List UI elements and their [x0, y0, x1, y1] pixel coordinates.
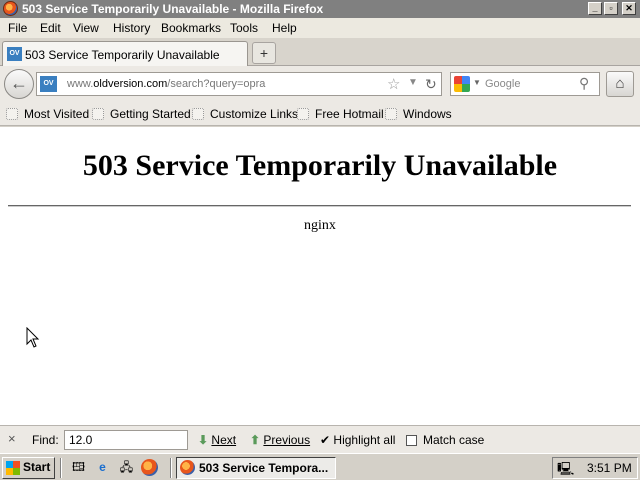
bookmark-page-icon — [192, 108, 204, 120]
find-next-button[interactable]: ⬇ Next — [198, 433, 236, 447]
menu-history[interactable]: History — [113, 21, 150, 35]
highlight-check-icon: ✔ — [320, 433, 331, 447]
divider — [8, 205, 631, 207]
bookmark-page-icon — [92, 108, 104, 120]
engine-dropdown-icon[interactable]: ▼ — [473, 78, 481, 87]
menu-tools[interactable]: Tools — [230, 21, 258, 35]
taskbar-separator — [60, 458, 62, 478]
windows-logo-icon — [6, 461, 20, 475]
arrow-down-icon: ⬇ — [198, 433, 209, 447]
show-desktop-icon[interactable]: 🖽 — [70, 459, 87, 476]
bookmark-label: Customize Links — [210, 107, 299, 121]
close-button[interactable]: ✕ — [622, 2, 636, 15]
menu-file[interactable]: File — [8, 21, 27, 35]
bookmark-free-hotmail[interactable]: Free Hotmail — [297, 107, 384, 121]
bookmark-label: Getting Started — [110, 107, 191, 121]
url-bar[interactable]: OV www.oldversion.com/search?query=opra … — [36, 72, 442, 96]
search-icon[interactable]: ⚲ — [579, 75, 589, 92]
match-case-option[interactable]: Match case — [406, 433, 484, 447]
mouse-cursor-icon — [26, 327, 40, 348]
menu-bar: File Edit View History Bookmarks Tools H… — [0, 18, 640, 38]
most-visited-icon — [6, 108, 18, 120]
bookmark-most-visited[interactable]: Most Visited — [6, 107, 89, 121]
search-placeholder: Google — [485, 78, 521, 90]
bookmark-label: Most Visited — [24, 107, 90, 121]
start-button[interactable]: Start — [2, 457, 55, 479]
server-name: nginx — [304, 218, 336, 233]
oldversion-favicon-icon: OV — [7, 47, 22, 61]
bookmark-customize-links[interactable]: Customize Links — [192, 107, 298, 121]
find-previous-label: Previous — [263, 433, 311, 447]
history-dropdown-icon[interactable]: ▼ — [408, 77, 418, 88]
bookmark-getting-started[interactable]: Getting Started — [92, 107, 191, 121]
bookmark-label: Free Hotmail — [315, 107, 384, 121]
close-find-bar-icon[interactable]: × — [8, 431, 16, 446]
match-case-label: Match case — [423, 433, 485, 447]
bookmark-windows[interactable]: Windows — [385, 107, 452, 121]
tab-strip: OV 503 Service Temporarily Unavailable + — [0, 38, 640, 66]
bookmark-label: Windows — [403, 107, 452, 121]
highlight-all-button[interactable]: ✔ Highlight all — [320, 433, 395, 447]
network-status-icon[interactable]: 🖳 — [557, 460, 574, 480]
clock[interactable]: 3:51 PM — [587, 461, 632, 475]
system-tray: 🖳 3:51 PM — [552, 457, 638, 479]
google-engine-icon[interactable] — [454, 76, 470, 92]
menu-bookmarks[interactable]: Bookmarks — [161, 21, 221, 35]
find-previous-button[interactable]: ⬆ Previous — [250, 433, 310, 447]
find-input[interactable] — [64, 430, 188, 450]
page-content: 503 Service Temporarily Unavailable ngin… — [0, 127, 640, 425]
taskbar-window-label: 503 Service Tempora... — [199, 461, 329, 475]
bookmark-star-icon[interactable]: ☆ — [387, 75, 400, 93]
find-label: Find: — [32, 433, 59, 447]
url-text[interactable]: www.oldversion.com/search?query=opra — [67, 78, 265, 90]
url-prefix: www. — [67, 78, 94, 90]
reload-icon[interactable]: ↻ — [425, 76, 437, 93]
internet-explorer-icon[interactable]: e — [94, 459, 111, 476]
title-bar: 503 Service Temporarily Unavailable - Mo… — [0, 0, 640, 18]
match-case-checkbox[interactable] — [406, 435, 417, 446]
arrow-up-icon: ⬆ — [250, 433, 261, 447]
find-next-label: Next — [211, 433, 237, 447]
menu-help[interactable]: Help — [272, 21, 297, 35]
taskbar-firefox-window[interactable]: 503 Service Tempora... — [176, 457, 336, 479]
navigation-bar: ← OV www.oldversion.com/search?query=opr… — [0, 66, 640, 102]
firefox-icon[interactable] — [3, 1, 18, 16]
network-icon[interactable]: 🖧 — [118, 459, 135, 476]
highlight-all-label: Highlight all — [333, 433, 396, 447]
firefox-quicklaunch-icon[interactable] — [141, 459, 158, 476]
back-button[interactable]: ← — [4, 69, 34, 99]
home-button[interactable]: ⌂ — [606, 71, 634, 97]
tab-active[interactable]: OV 503 Service Temporarily Unavailable — [2, 41, 248, 66]
bookmark-page-icon — [297, 108, 309, 120]
url-path: /search?query=opra — [167, 78, 266, 90]
page-heading: 503 Service Temporarily Unavailable — [82, 149, 558, 182]
taskbar-separator — [170, 458, 172, 478]
tab-title: 503 Service Temporarily Unavailable — [25, 48, 220, 62]
find-bar: × Find: ⬇ Next ⬆ Previous ✔ Highlight al… — [0, 425, 640, 453]
restore-button[interactable]: ▫ — [604, 2, 618, 15]
url-domain: oldversion.com — [93, 78, 168, 90]
minimize-button[interactable]: _ — [588, 2, 602, 15]
site-identity-icon[interactable]: OV — [40, 76, 57, 92]
search-bar[interactable]: ▼ Google ⚲ — [450, 72, 600, 96]
bookmarks-toolbar: Most Visited Getting Started Customize L… — [0, 102, 640, 126]
taskbar: Start 🖽 e 🖧 503 Service Tempora... 🖳 3:5… — [0, 453, 640, 480]
start-label: Start — [23, 460, 51, 474]
new-tab-button[interactable]: + — [252, 42, 276, 64]
window-title: 503 Service Temporarily Unavailable - Mo… — [22, 2, 324, 16]
firefox-icon — [180, 460, 195, 475]
menu-view[interactable]: View — [73, 21, 99, 35]
bookmark-page-icon — [385, 108, 397, 120]
menu-edit[interactable]: Edit — [40, 21, 61, 35]
